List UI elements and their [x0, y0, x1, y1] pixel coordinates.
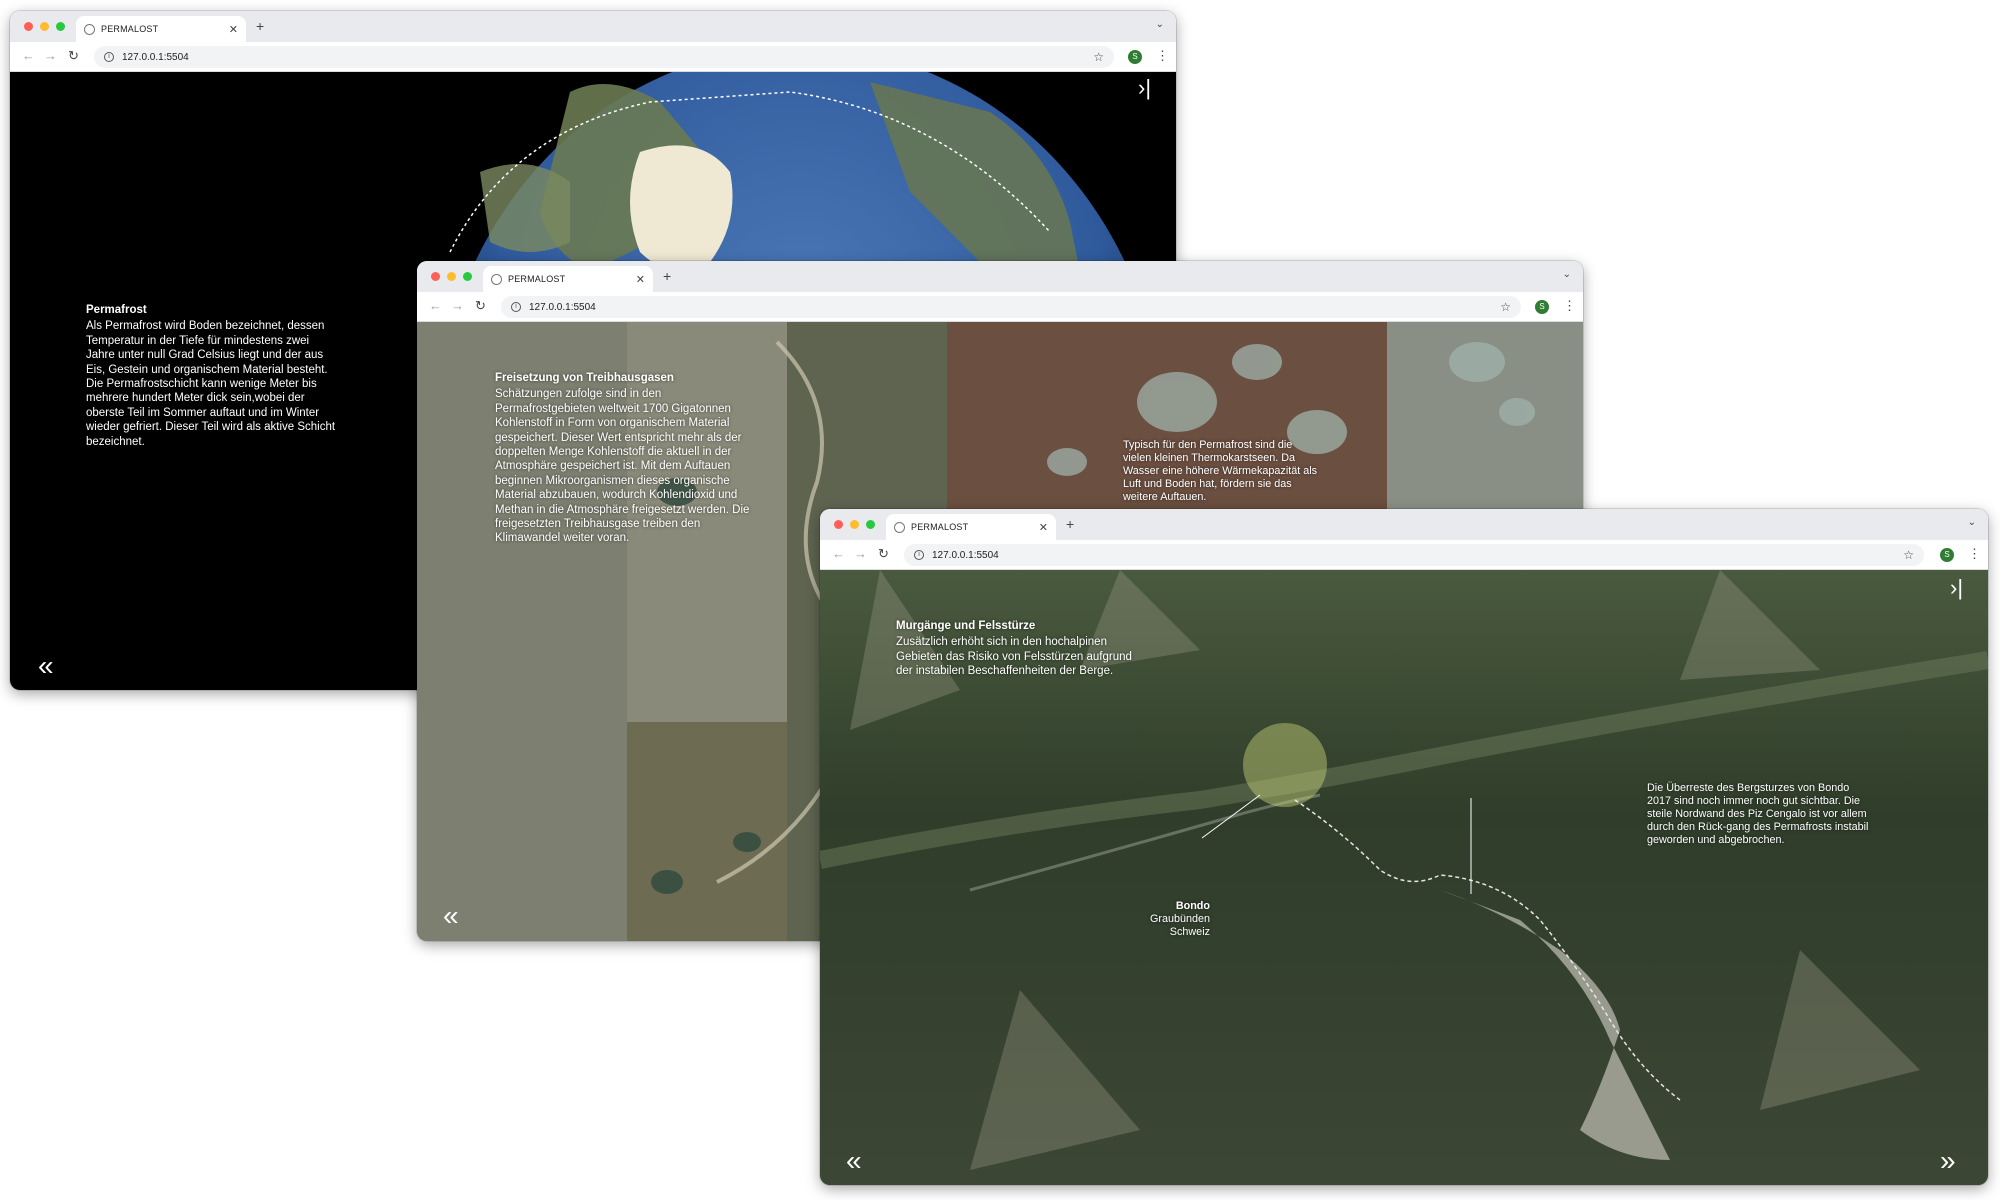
tab-search-chevron-icon[interactable]: ⌄ [1156, 19, 1164, 30]
location-name: Bondo [1175, 900, 1210, 912]
reload-icon[interactable]: ↻ [68, 48, 79, 64]
forward-arrow-icon[interactable]: → [451, 298, 464, 313]
url-text: 127.0.0.1:5504 [932, 549, 999, 561]
section-body: Als Permafrost wird Boden bezeichnet, de… [86, 320, 336, 448]
new-tab-icon[interactable]: + [1066, 516, 1074, 532]
location-region: Graubünden [1149, 913, 1210, 925]
bookmark-star-icon[interactable]: ☆ [1500, 300, 1511, 314]
skip-to-end-icon[interactable]: ›| [1138, 74, 1151, 102]
site-info-icon[interactable]: i [511, 302, 521, 312]
globe-icon [491, 273, 502, 285]
forward-arrow-icon[interactable]: → [44, 48, 57, 63]
previous-slide-icon[interactable]: « [38, 652, 54, 680]
forward-arrow-icon[interactable]: → [854, 546, 867, 561]
location-country: Schweiz [1169, 926, 1210, 938]
tab-search-chevron-icon[interactable]: ⌄ [1563, 269, 1571, 280]
browser-toolbar: ← → ↻ i 127.0.0.1:5504 ☆ S ⋮ [820, 540, 1988, 570]
previous-slide-icon[interactable]: « [443, 902, 459, 930]
url-text: 127.0.0.1:5504 [122, 51, 189, 63]
info-panel: Murgänge und Felsstürze Zusätzlich erhöh… [896, 619, 1151, 679]
maximize-window-button[interactable] [463, 272, 472, 281]
window-controls [431, 272, 472, 281]
info-panel: Permafrost Als Permafrost wird Boden bez… [86, 303, 336, 449]
site-info-icon[interactable]: i [914, 550, 924, 560]
profile-avatar[interactable]: S [1535, 300, 1549, 314]
info-panel: Freisetzung von Treibhausgasen Schätzung… [495, 371, 750, 546]
next-slide-icon[interactable]: » [1940, 1147, 1956, 1175]
maximize-window-button[interactable] [866, 520, 875, 529]
url-text: 127.0.0.1:5504 [529, 301, 596, 313]
back-arrow-icon[interactable]: ← [22, 48, 35, 63]
maximize-window-button[interactable] [56, 22, 65, 31]
bondo-highlight-circle [1243, 723, 1327, 807]
section-body: Zusätzlich erhöht sich in den hochalpine… [896, 636, 1132, 678]
close-tab-icon[interactable]: ✕ [229, 23, 238, 36]
new-tab-icon[interactable]: + [256, 18, 264, 34]
profile-avatar[interactable]: S [1128, 50, 1142, 64]
new-tab-icon[interactable]: + [663, 268, 671, 284]
close-window-button[interactable] [24, 22, 33, 31]
menu-kebab-icon[interactable]: ⋮ [1968, 546, 1981, 562]
tab-title: PERMALOST [508, 274, 566, 284]
tab-title: PERMALOST [911, 522, 969, 532]
reload-icon[interactable]: ↻ [475, 298, 486, 314]
close-tab-icon[interactable]: ✕ [636, 273, 645, 286]
tab-strip: PERMALOST ✕ + ⌄ [417, 261, 1583, 292]
address-bar[interactable]: i 127.0.0.1:5504 ☆ [94, 46, 1114, 68]
window-controls [834, 520, 875, 529]
menu-kebab-icon[interactable]: ⋮ [1156, 48, 1169, 64]
section-heading: Murgänge und Felsstürze [896, 620, 1036, 632]
side-note: Typisch für den Permafrost sind die viel… [1123, 439, 1318, 503]
window-controls [24, 22, 65, 31]
browser-tab[interactable]: PERMALOST ✕ [76, 16, 246, 42]
back-arrow-icon[interactable]: ← [429, 298, 442, 313]
browser-tab[interactable]: PERMALOST ✕ [483, 266, 653, 292]
tab-search-chevron-icon[interactable]: ⌄ [1968, 517, 1976, 528]
browser-toolbar: ← → ↻ i 127.0.0.1:5504 ☆ S ⋮ [10, 42, 1176, 72]
browser-tab[interactable]: PERMALOST ✕ [886, 514, 1056, 540]
globe-icon [84, 23, 95, 35]
tab-title: PERMALOST [101, 24, 159, 34]
close-tab-icon[interactable]: ✕ [1039, 521, 1048, 534]
minimize-window-button[interactable] [850, 520, 859, 529]
browser-toolbar: ← → ↻ i 127.0.0.1:5504 ☆ S ⋮ [417, 292, 1583, 322]
bookmark-star-icon[interactable]: ☆ [1903, 548, 1914, 562]
minimize-window-button[interactable] [447, 272, 456, 281]
bookmark-star-icon[interactable]: ☆ [1093, 50, 1104, 64]
section-heading: Freisetzung von Treibhausgasen [495, 372, 674, 384]
globe-icon [894, 521, 905, 533]
address-bar[interactable]: i 127.0.0.1:5504 ☆ [904, 544, 1924, 566]
reload-icon[interactable]: ↻ [878, 546, 889, 562]
page-content: Murgänge und Felsstürze Zusätzlich erhöh… [820, 570, 1988, 1185]
section-body: Schätzungen zufolge sind in den Permafro… [495, 388, 750, 545]
skip-to-end-icon[interactable]: ›| [1950, 574, 1963, 602]
menu-kebab-icon[interactable]: ⋮ [1563, 298, 1576, 314]
site-info-icon[interactable]: i [104, 52, 114, 62]
address-bar[interactable]: i 127.0.0.1:5504 ☆ [501, 296, 1521, 318]
previous-slide-icon[interactable]: « [846, 1147, 862, 1175]
tab-strip: PERMALOST ✕ + ⌄ [10, 11, 1176, 42]
minimize-window-button[interactable] [40, 22, 49, 31]
side-note: Die Überreste des Bergsturzes von Bondo … [1647, 782, 1869, 846]
back-arrow-icon[interactable]: ← [832, 546, 845, 561]
browser-window-felsstuerze: PERMALOST ✕ + ⌄ ← → ↻ i 127.0.0.1:5504 ☆… [820, 509, 1988, 1185]
close-window-button[interactable] [834, 520, 843, 529]
section-heading: Permafrost [86, 304, 147, 316]
close-window-button[interactable] [431, 272, 440, 281]
location-label: Bondo Graubünden Schweiz [1140, 900, 1210, 939]
screenshot-stage: PERMALOST ✕ + ⌄ ← → ↻ i 127.0.0.1:5504 ☆… [0, 0, 2000, 1200]
profile-avatar[interactable]: S [1940, 548, 1954, 562]
tab-strip: PERMALOST ✕ + ⌄ [820, 509, 1988, 540]
